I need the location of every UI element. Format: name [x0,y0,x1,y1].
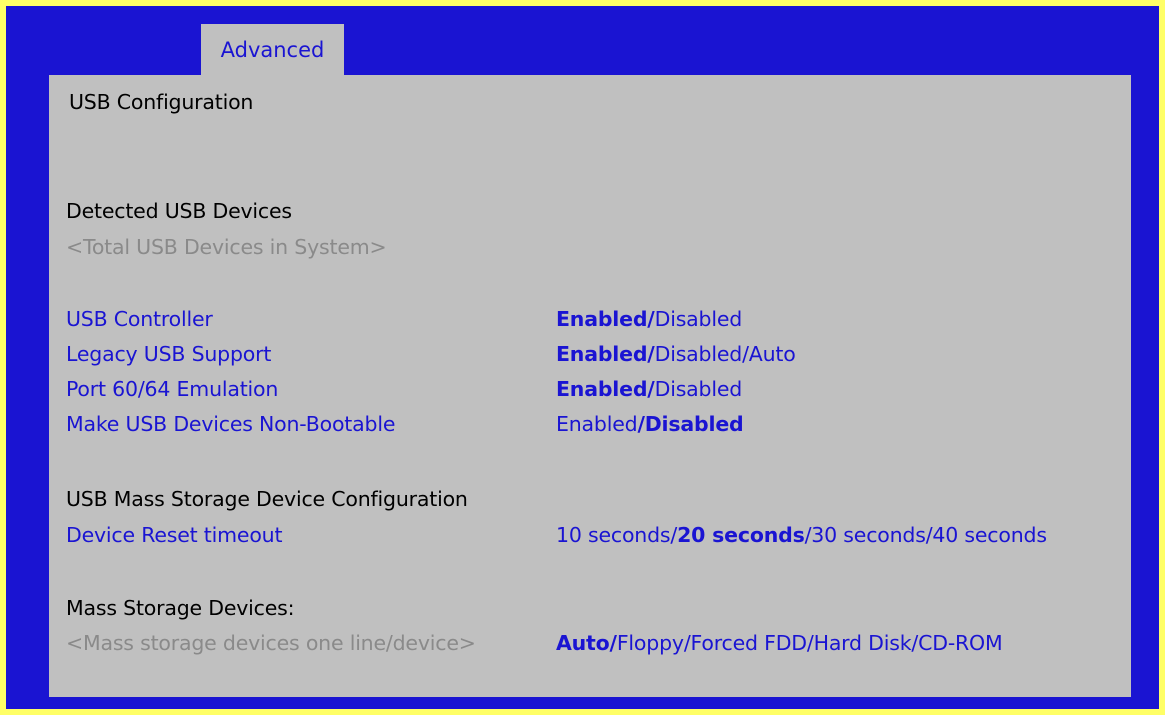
bios-frame: Advanced USB Configuration Detected USB … [6,6,1159,709]
option-selected: Enabled/ [556,377,655,401]
option-text: Floppy/Forced FDD/Hard Disk/CD-ROM [616,631,1003,655]
usb-controller-value[interactable]: Enabled/Disabled [556,307,742,331]
legacy-usb-support-value[interactable]: Enabled/Disabled/Auto [556,342,796,366]
option-text: Disabled [654,377,743,401]
option-text: 10 seconds/ [556,523,678,547]
device-reset-timeout-label[interactable]: Device Reset timeout [66,523,282,547]
device-reset-timeout-value[interactable]: 10 seconds/20 seconds/30 seconds/40 seco… [556,523,1047,547]
option-selected: 20 seconds [677,523,805,547]
non-bootable-label[interactable]: Make USB Devices Non-Bootable [66,412,395,436]
option-text: Enabled [556,412,638,436]
non-bootable-value[interactable]: Enabled/Disabled [556,412,744,436]
total-devices-info: <Total USB Devices in System> [66,235,387,259]
option-text: /30 seconds/40 seconds [804,523,1047,547]
tab-advanced[interactable]: Advanced [201,24,344,81]
usb-controller-label[interactable]: USB Controller [66,307,213,331]
option-selected: Enabled/ [556,342,655,366]
mass-storage-heading: USB Mass Storage Device Configuration [66,487,468,511]
port-60-64-emulation-value[interactable]: Enabled/Disabled [556,377,742,401]
option-selected: /Disabled [637,412,744,436]
legacy-usb-support-label[interactable]: Legacy USB Support [66,342,271,366]
option-selected: Enabled/ [556,307,655,331]
detected-devices-heading: Detected USB Devices [66,199,292,223]
settings-panel: USB Configuration Detected USB Devices <… [49,75,1131,697]
port-60-64-emulation-label[interactable]: Port 60/64 Emulation [66,377,278,401]
option-selected: Auto/ [556,631,617,655]
mass-storage-device-value[interactable]: Auto/Floppy/Forced FDD/Hard Disk/CD-ROM [556,631,1003,655]
page-title: USB Configuration [69,90,254,114]
mass-storage-devices-heading: Mass Storage Devices: [66,596,295,620]
option-text: Disabled [654,307,743,331]
option-text: Disabled/Auto [654,342,796,366]
mass-storage-device-line: <Mass storage devices one line/device> [66,631,476,655]
